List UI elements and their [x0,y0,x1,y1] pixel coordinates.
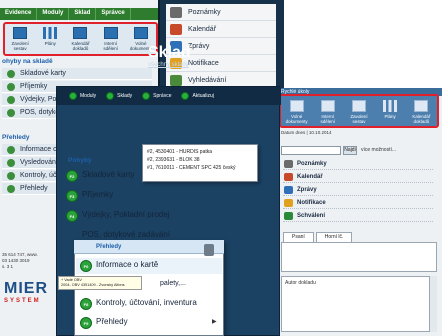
right-toolbar: Volné dokumenty Interní sdělení Zavolení… [279,94,439,128]
bell-icon [284,199,293,207]
tab-spravce[interactable]: Správce [96,8,131,20]
toolbar-button-plany[interactable]: Plány [37,27,63,46]
green-circle-icon: F6 [80,260,92,272]
popup-item-informace[interactable]: F6 Informace o kartě [80,260,158,272]
bullet-icon [7,70,15,78]
bullet-icon [7,96,15,104]
stock-tooltip: #2, 4530401 - HURDIS patka #2, 2393631 -… [142,144,258,182]
calendar-icon [284,173,293,181]
toolbar-button-kalendar[interactable]: Kalendář dokladů [67,27,93,51]
menu-item-prijemky[interactable]: F3 Příjemky [66,190,113,202]
toolbar-button-sestavy[interactable]: Zavolení sestav [346,100,372,126]
printer-icon[interactable] [204,244,214,256]
status-dot-icon [69,92,77,100]
toolbar-button-kalendar[interactable]: Kalendář dokladů [408,100,434,126]
right-item-schvaleni[interactable]: Schválení [283,210,433,222]
bullet-icon [7,159,15,167]
bullet-icon [7,146,15,154]
left-tab-bar: Evidence Moduly Sklad Správce [0,8,161,20]
tab-aktualizuj[interactable]: Aktualizuj [177,87,219,105]
bullet-icon [7,83,15,91]
company-logo: MIER SYSTEM [4,280,48,304]
note-text-area[interactable] [281,242,437,272]
green-circle-icon: F4 [66,210,78,222]
message-icon [103,27,118,39]
scrollbar[interactable] [429,276,437,332]
chart-bars-icon [383,100,398,112]
green-circle-icon: F8 [80,298,92,310]
section-heading-pohyby: ohyby na skladě [2,58,53,65]
search-input[interactable] [281,146,341,155]
notes-icon [170,7,182,18]
green-circle-icon: F3 [66,190,78,202]
mail-icon [284,186,293,194]
toolbar-button-plany[interactable]: Plány [377,100,403,126]
toolbar-button-dokumenty[interactable]: Volné dokumenty [284,100,310,126]
toolbar-button-sdeleni[interactable]: Interní sdělení [315,100,341,126]
document-icon [289,100,304,112]
right-window: Rychlé úkoly Volné dokumenty Interní sdě… [276,88,442,336]
menu-item-poznamky[interactable]: Poznámky [166,4,276,21]
right-item-zpravy[interactable]: Zprávy [283,184,433,196]
tab-horni[interactable]: Horní lč. [315,232,353,242]
tab-moduly[interactable]: Moduly [65,87,102,105]
green-circle-icon: F9 [80,317,92,329]
chevron-right-icon: ▶ [212,319,217,325]
right-item-notifikace[interactable]: Notifikace [283,197,433,209]
tab-evidence[interactable]: Evidence [0,8,38,20]
left-toolbar: Zavolení sestav Plány Kalendář dokladů I… [3,22,158,56]
status-dot-icon [106,92,115,100]
magnifier-icon [170,75,182,86]
main-tab-bar: Moduly Sklady Správce Aktualizuj [57,87,281,105]
toolbar-button-sestavy[interactable]: Zavolení sestav [7,27,33,51]
bullet-icon [7,185,15,193]
bullet-icon [7,109,15,117]
message-icon [320,100,335,112]
document-icon [133,27,148,39]
date-label: Datum dnes | 10.10.2014 [281,130,332,135]
status-text: 35 614 747, www. 03 1430 3019 s. 3 1 [2,252,38,269]
page-title: Sklad [148,44,191,61]
toolbar-button-sdeleni[interactable]: Interní sdělení [98,27,124,51]
section-heading-prehledy: Přehledy [2,134,30,141]
green-circle-icon: F2 [66,170,78,182]
sidebar-item-skladove-karty[interactable]: Skladové karty [2,68,152,80]
author-label: Autor dokladu [285,280,316,286]
bullet-icon [7,172,15,180]
right-item-poznamky[interactable]: Poznámky [283,158,433,170]
menu-item-skladove-karty[interactable]: F2 Skladové karty [66,170,134,182]
section-heading-pohyby: Pohyby [68,157,92,164]
right-item-kalendar[interactable]: Kalendář [283,171,433,183]
tab-spravce[interactable]: Správce [138,87,177,105]
grid-icon [13,27,28,39]
tab-psani[interactable]: Psaní [283,232,314,242]
calendar-icon [414,100,429,112]
all-warehouses-link[interactable]: všechny sklady [148,62,189,68]
palety-text: palety,... [160,280,186,287]
menu-item-pos[interactable]: POS, dotykové zadávání [66,230,170,239]
right-tab-bar: Psaní Horní lč. [283,232,403,242]
tab-moduly[interactable]: Moduly [37,8,70,20]
menu-item-kalendar[interactable]: Kalendář [166,21,276,38]
calendar-icon [73,27,88,39]
calendar-icon [170,24,182,35]
record-tooltip: + Vadé OBV 2004- OBV 4351409 - Zvonský A… [58,276,142,290]
menu-item-vydejky[interactable]: F4 Výdejky, Pokladní prodej [66,210,169,222]
tab-sklad[interactable]: Sklad [69,8,97,20]
notes-icon [284,160,293,168]
more-options-link[interactable]: více možností... [361,147,396,153]
popup-item-prehledy[interactable]: F9 Přehledy [80,317,128,329]
status-dot-icon [181,92,190,100]
popup-title: Přehledy [96,244,122,250]
tab-sklady[interactable]: Sklady [102,87,138,105]
status-dot-icon [142,92,151,100]
chart-bars-icon [43,27,58,39]
search-button[interactable]: Najdi [343,146,357,155]
popup-item-kontroly[interactable]: F8 Kontroly, účtování, inventura [80,298,197,310]
grid-icon [351,100,366,112]
check-icon [284,212,293,220]
